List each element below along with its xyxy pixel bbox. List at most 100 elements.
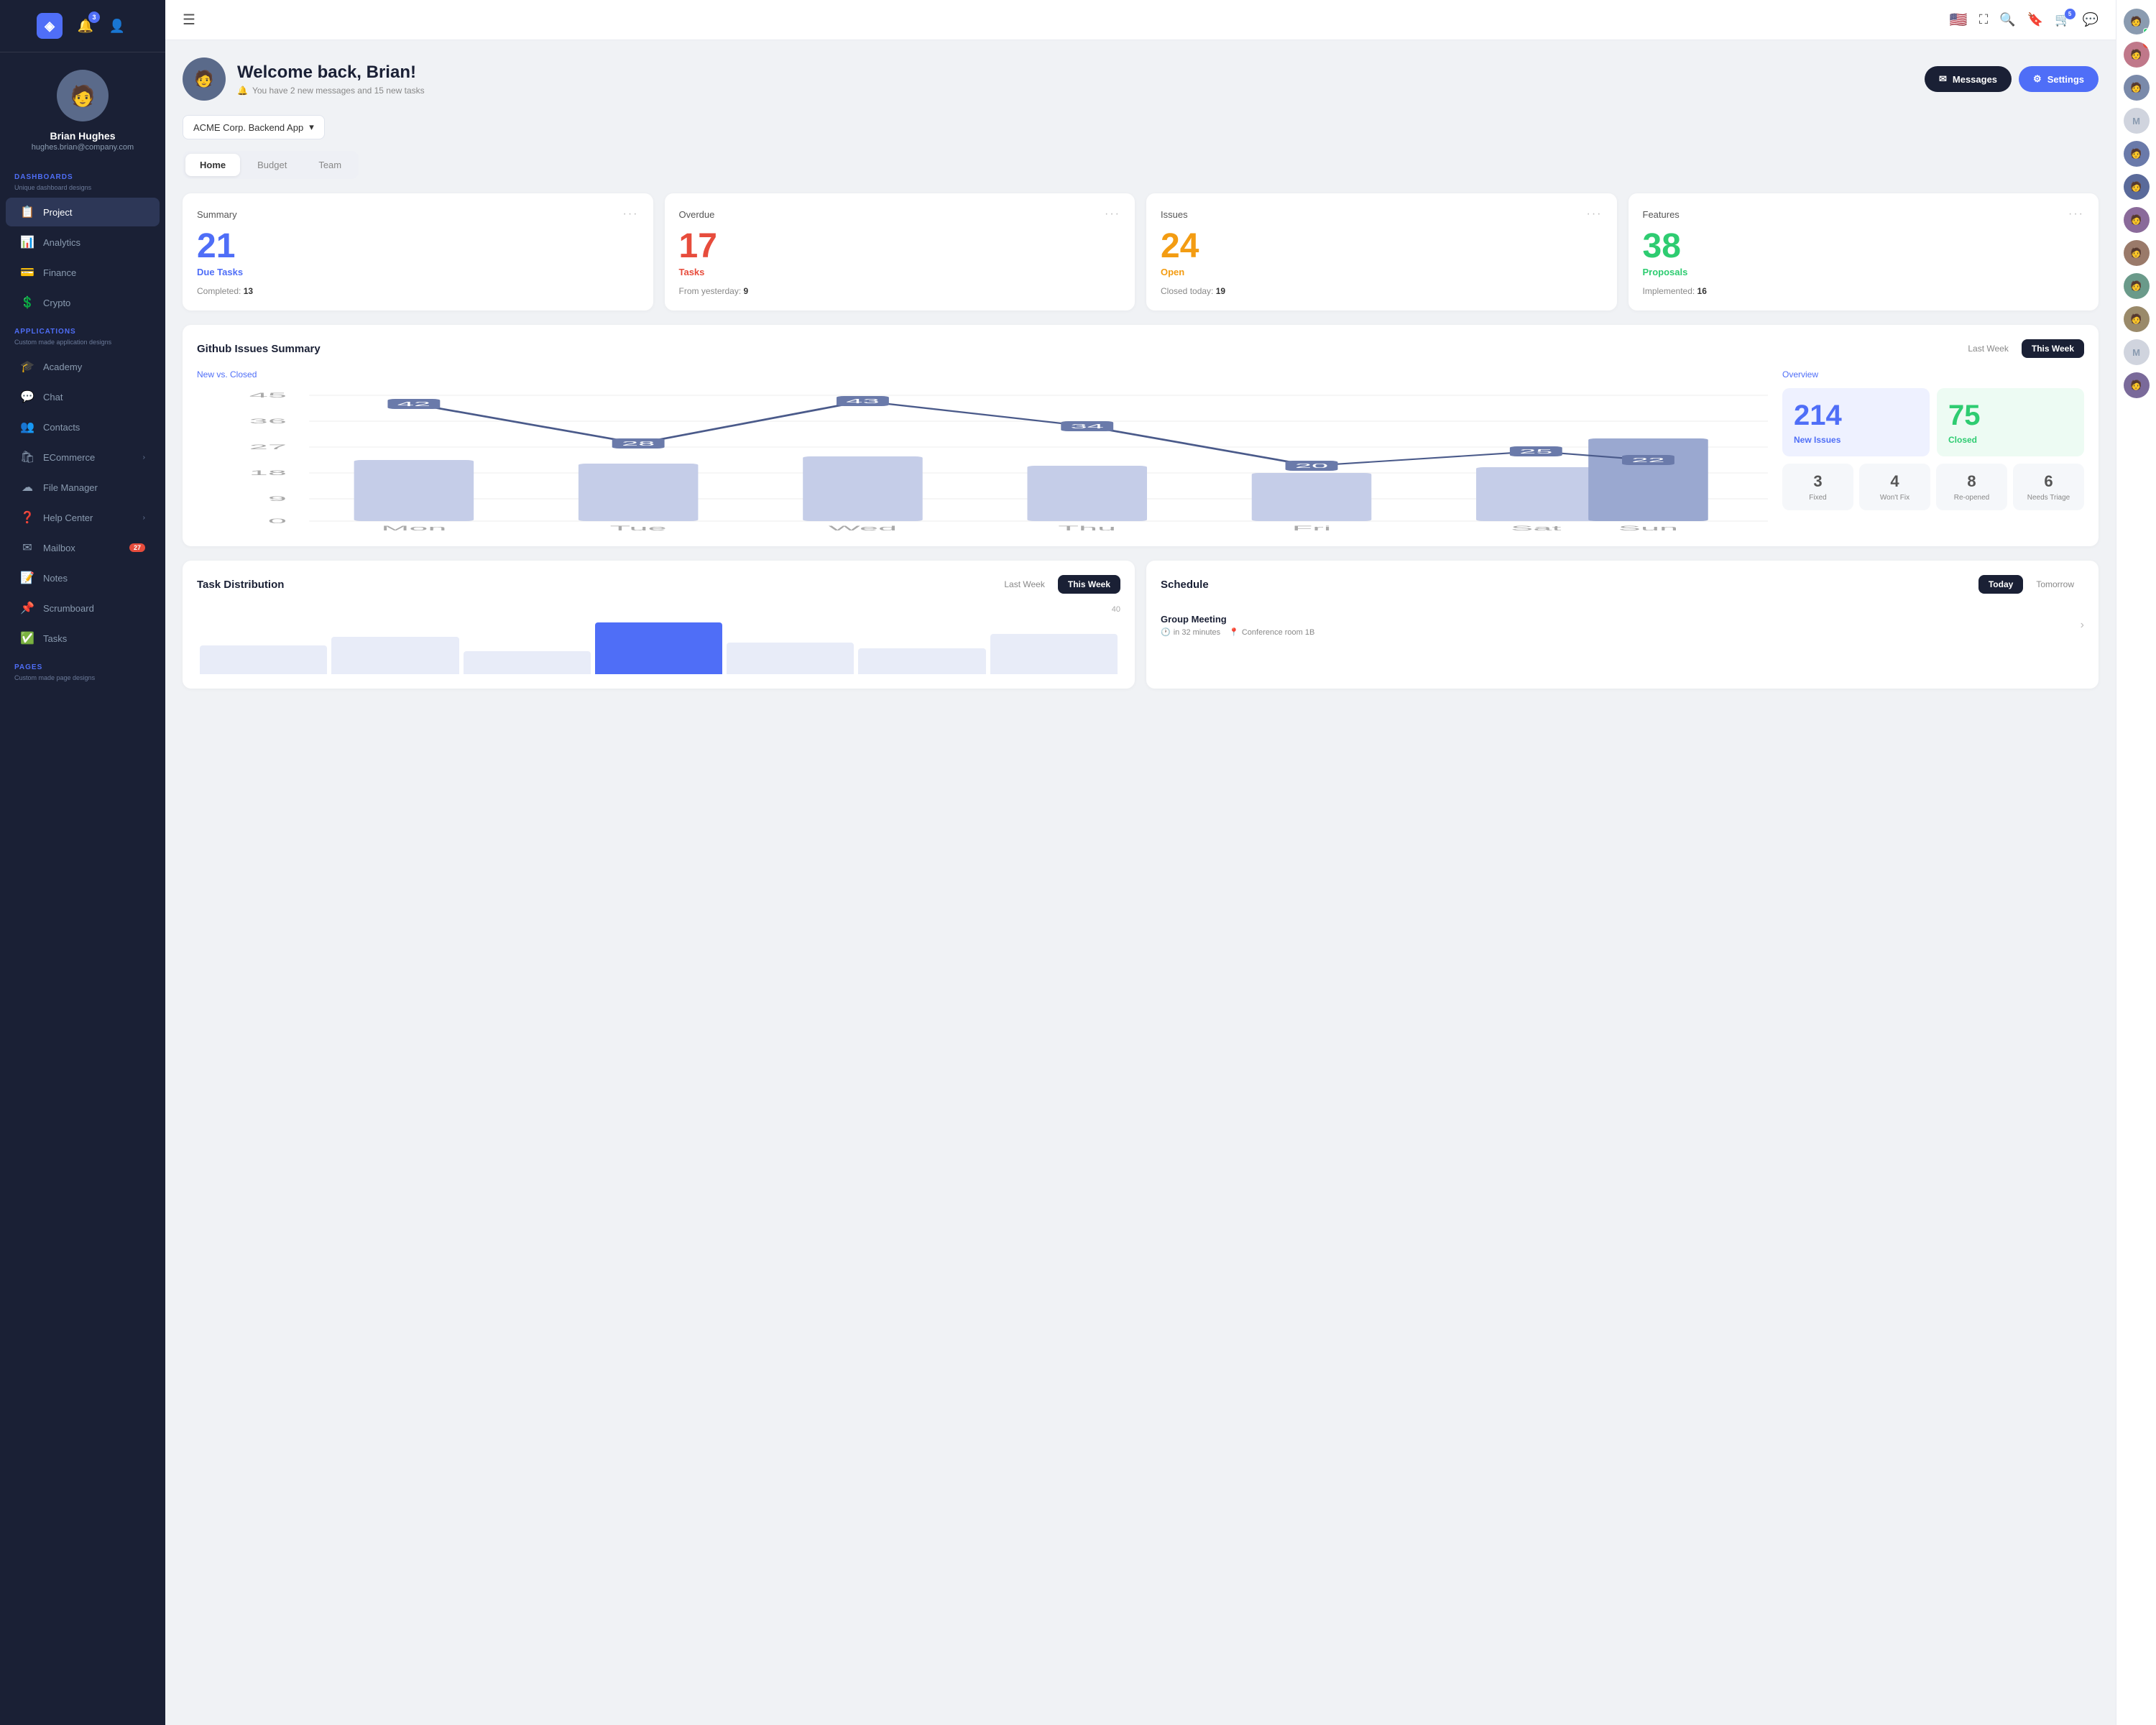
welcome-text: Welcome back, Brian! 🔔 You have 2 new me…	[237, 63, 425, 96]
stat-card-features: Features ··· 38 Proposals Implemented: 1…	[1628, 193, 2099, 310]
schedule-header: Schedule Today Tomorrow	[1161, 575, 2084, 594]
svg-text:Fri: Fri	[1292, 525, 1332, 532]
sidebar-item-analytics[interactable]: 📊 Analytics	[6, 228, 160, 257]
this-week-tab[interactable]: This Week	[2022, 339, 2084, 358]
tomorrow-tab[interactable]: Tomorrow	[2026, 575, 2084, 594]
user-email: hughes.brian@company.com	[32, 143, 134, 152]
more-options-icon[interactable]: ···	[1105, 208, 1120, 221]
needs-triage-label: Needs Triage	[2027, 494, 2070, 502]
stat-label: Due Tasks	[197, 267, 639, 277]
more-options-icon[interactable]: ···	[1587, 208, 1603, 221]
github-content: New vs. Closed 45 36	[197, 369, 2084, 532]
sidebar: ◈ 🔔 3 👤 🧑 Brian Hughes hughes.brian@comp…	[0, 0, 165, 1725]
bell-icon: 🔔	[237, 86, 248, 96]
content-area: 🧑 Welcome back, Brian! 🔔 You have 2 new …	[165, 40, 2116, 1725]
task-this-week-tab[interactable]: This Week	[1058, 575, 1120, 594]
messages-button[interactable]: ✉ Messages	[1925, 66, 2012, 92]
last-week-tab[interactable]: Last Week	[1958, 339, 2018, 358]
today-tab[interactable]: Today	[1978, 575, 2023, 594]
sidebar-item-chat[interactable]: 💬 Chat	[6, 382, 160, 411]
sidebar-item-crypto[interactable]: 💲 Crypto	[6, 288, 160, 317]
helpcenter-icon: ❓	[20, 510, 34, 525]
sidebar-item-contacts[interactable]: 👥 Contacts	[6, 413, 160, 441]
new-issues-label: New Issues	[1794, 435, 1918, 445]
app-logo-icon[interactable]: ◈	[37, 13, 63, 39]
svg-text:9: 9	[268, 495, 287, 502]
right-avatar[interactable]: 🧑	[2124, 141, 2150, 167]
chevron-down-icon: ▾	[309, 121, 314, 133]
search-icon[interactable]: 🔍	[1999, 12, 2015, 27]
sidebar-item-filemanager[interactable]: ☁ File Manager	[6, 473, 160, 502]
github-week-tabs: Last Week This Week	[1958, 339, 2084, 358]
settings-button[interactable]: ⚙ Settings	[2019, 66, 2099, 92]
right-avatar-placeholder[interactable]: M	[2124, 339, 2150, 365]
right-avatar-placeholder[interactable]: M	[2124, 108, 2150, 134]
sidebar-item-project[interactable]: 📋 Project	[6, 198, 160, 226]
shopping-cart-icon[interactable]: 🛒 5	[2055, 12, 2070, 27]
fullscreen-icon[interactable]: ⛶	[1979, 12, 1989, 27]
svg-text:36: 36	[249, 418, 287, 425]
right-avatar[interactable]: 🧑	[2124, 207, 2150, 233]
stat-footer: Implemented: 16	[1643, 286, 2085, 296]
right-avatar[interactable]: 🧑	[2124, 372, 2150, 398]
sidebar-item-mailbox[interactable]: ✉ Mailbox 27	[6, 533, 160, 562]
fixed-label: Fixed	[1809, 494, 1826, 502]
sidebar-item-academy[interactable]: 🎓 Academy	[6, 352, 160, 381]
sidebar-item-notes[interactable]: 📝 Notes	[6, 564, 160, 592]
sidebar-item-label: Notes	[43, 573, 68, 584]
sidebar-item-label: Finance	[43, 267, 76, 278]
topbar: ☰ 🇺🇸 ⛶ 🔍 🔖 🛒 5 💬	[165, 0, 2116, 40]
schedule-title: Schedule	[1161, 579, 1209, 591]
menu-icon[interactable]: ☰	[183, 11, 195, 29]
more-options-icon[interactable]: ···	[2068, 208, 2084, 221]
bar	[727, 643, 854, 674]
sidebar-item-finance[interactable]: 💳 Finance	[6, 258, 160, 287]
stat-label: Proposals	[1643, 267, 2085, 277]
user-circle-icon[interactable]: 👤	[106, 14, 129, 37]
language-flag-icon[interactable]: 🇺🇸	[1950, 11, 1968, 29]
more-options-icon[interactable]: ···	[623, 208, 639, 221]
right-avatar[interactable]: 🧑	[2124, 273, 2150, 299]
github-issues-section: Github Issues Summary Last Week This Wee…	[183, 325, 2099, 546]
overview-label: Overview	[1782, 369, 2084, 380]
right-avatar[interactable]: 🧑	[2124, 174, 2150, 200]
pages-section-sub: Custom made page designs	[0, 674, 165, 687]
bar	[464, 651, 591, 674]
topbar-actions: 🇺🇸 ⛶ 🔍 🔖 🛒 5 💬	[1950, 11, 2099, 29]
needs-triage-number: 6	[2044, 472, 2053, 491]
clock-icon: 🕐	[1161, 627, 1171, 637]
tab-budget[interactable]: Budget	[243, 154, 301, 176]
right-avatar[interactable]: 🧑	[2124, 306, 2150, 332]
chevron-right-icon[interactable]: ›	[2081, 619, 2084, 632]
sidebar-item-helpcenter[interactable]: ❓ Help Center ›	[6, 503, 160, 532]
notifications-icon[interactable]: 🔔 3	[74, 14, 97, 37]
right-avatar[interactable]: 🧑	[2124, 75, 2150, 101]
right-avatar[interactable]: 🧑	[2124, 240, 2150, 266]
sidebar-item-ecommerce[interactable]: 🛍 ECommerce ›	[6, 443, 160, 472]
task-last-week-tab[interactable]: Last Week	[994, 575, 1054, 594]
chat-bubble-icon[interactable]: 💬	[2083, 12, 2099, 27]
bookmark-icon[interactable]: 🔖	[2027, 12, 2043, 27]
tab-team[interactable]: Team	[304, 154, 356, 176]
sidebar-item-scrumboard[interactable]: 📌 Scrumboard	[6, 594, 160, 622]
right-avatar[interactable]: 🧑	[2124, 42, 2150, 68]
sidebar-item-tasks[interactable]: ✅ Tasks	[6, 624, 160, 653]
tab-home[interactable]: Home	[185, 154, 240, 176]
tasks-icon: ✅	[20, 631, 34, 645]
notes-icon: 📝	[20, 571, 34, 585]
right-avatar[interactable]: 🧑	[2124, 9, 2150, 34]
sidebar-item-label: Mailbox	[43, 543, 75, 553]
project-selector[interactable]: ACME Corp. Backend App ▾	[183, 115, 325, 139]
wont-fix-number: 4	[1890, 472, 1899, 491]
sidebar-item-label: Scrumboard	[43, 603, 94, 614]
stat-number: 38	[1643, 229, 2085, 264]
cart-badge: 5	[2065, 9, 2076, 19]
sidebar-item-label: Contacts	[43, 422, 80, 433]
right-avatars-panel: 🧑 🧑 🧑 M 🧑 🧑 🧑 🧑 🧑 🧑 M 🧑	[2116, 0, 2156, 1725]
bar	[200, 645, 327, 674]
overview-area: Overview 214 New Issues 75 Closed	[1782, 369, 2084, 532]
svg-text:22: 22	[1631, 457, 1664, 464]
wont-fix-label: Won't Fix	[1880, 494, 1909, 502]
reopened-stat: 8 Re-opened	[1936, 464, 2007, 510]
task-distribution-header: Task Distribution Last Week This Week	[197, 575, 1120, 594]
